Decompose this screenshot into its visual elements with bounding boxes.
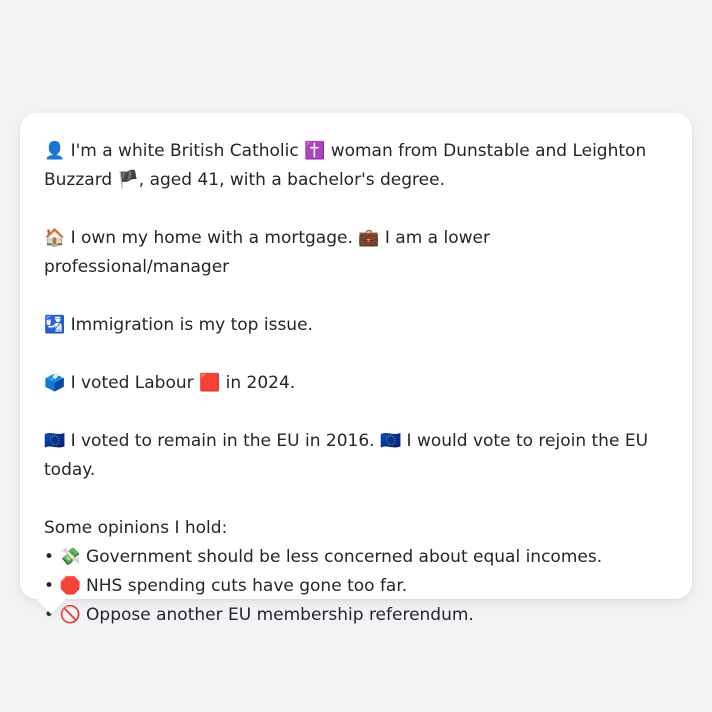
- house-icon: 🏠: [44, 228, 66, 248]
- opinion-text: Oppose another EU membership referendum.: [86, 605, 474, 625]
- ballot-box-icon: 🗳️: [44, 373, 66, 393]
- cross-icon: ✝️: [304, 141, 326, 161]
- eu-flag-icon: 🇪🇺: [379, 431, 402, 451]
- opinion-item: • 🛑 NHS spending cuts have gone too far.: [44, 572, 668, 601]
- issue-paragraph: 🛂 Immigration is my top issue.: [44, 311, 668, 340]
- identity-text-c: , aged 41, with a bachelor's degree.: [138, 170, 445, 190]
- home-paragraph: 🏠 I own my home with a mortgage. 💼 I am …: [44, 224, 668, 282]
- prohibited-icon: 🚫: [59, 605, 81, 625]
- eu-flag-icon: 🇪🇺: [44, 431, 66, 451]
- vote-text-a: I voted Labour: [70, 373, 194, 393]
- vote-paragraph: 🗳️ I voted Labour 🟥 in 2024.: [44, 369, 668, 398]
- home-text: I own my home with a mortgage.: [70, 228, 353, 248]
- opinion-text: Government should be less concerned abou…: [86, 547, 603, 567]
- briefcase-icon: 💼: [358, 228, 380, 248]
- red-square-icon: 🟥: [199, 373, 221, 393]
- profile-message-bubble: 👤 I'm a white British Catholic ✝️ woman …: [20, 113, 692, 625]
- opinion-text: NHS spending cuts have gone too far.: [86, 576, 408, 596]
- identity-text-a: I'm a white British Catholic: [70, 141, 299, 161]
- vote-text-b: in 2024.: [225, 373, 296, 393]
- money-wings-icon: 💸: [59, 547, 81, 567]
- bullet: •: [44, 547, 55, 567]
- eu-text-a: I voted to remain in the EU in 2016.: [70, 431, 375, 451]
- passport-control-icon: 🛂: [44, 315, 66, 335]
- opinion-item: • 🚫 Oppose another EU membership referen…: [44, 601, 668, 630]
- issue-text: Immigration is my top issue.: [70, 315, 313, 335]
- identity-paragraph: 👤 I'm a white British Catholic ✝️ woman …: [44, 137, 668, 195]
- opinions-section: Some opinions I hold: • 💸 Government sho…: [44, 514, 668, 630]
- eu-paragraph: 🇪🇺 I voted to remain in the EU in 2016. …: [44, 427, 668, 485]
- person-icon: 👤: [44, 141, 66, 161]
- england-flag-icon: 🏴: [117, 170, 139, 190]
- opinion-item: • 💸 Government should be less concerned …: [44, 543, 668, 572]
- opinions-heading: Some opinions I hold:: [44, 518, 228, 538]
- stop-sign-icon: 🛑: [59, 576, 81, 596]
